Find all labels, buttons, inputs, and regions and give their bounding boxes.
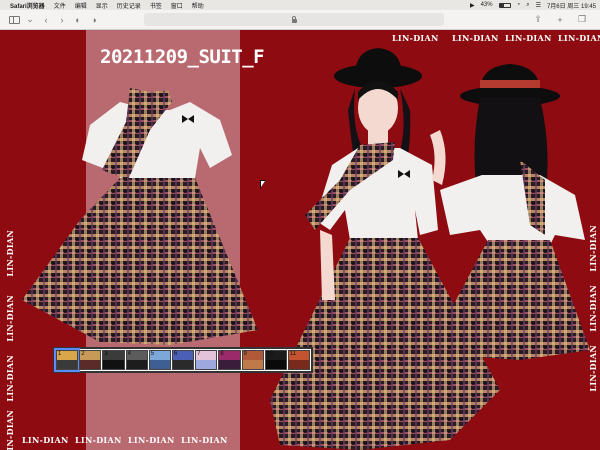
- watermark-text: LIN-DIAN: [588, 285, 598, 332]
- menu-bookmarks[interactable]: 书签: [150, 1, 162, 10]
- swatch-bottom-color: [172, 360, 194, 369]
- playback-icon[interactable]: ▶: [470, 2, 475, 9]
- watermark-text: LIN-DIAN: [588, 225, 598, 272]
- watermark-text: LIN-DIAN: [558, 33, 600, 43]
- front-figure: [270, 48, 500, 450]
- color-swatch[interactable]: 4: [125, 350, 148, 370]
- search-icon[interactable]: ⌕: [526, 2, 529, 9]
- shield-icon[interactable]: ◐: [72, 14, 84, 26]
- watermark-text: LIN-DIAN: [128, 435, 175, 445]
- color-swatch[interactable]: 9: [241, 350, 264, 370]
- swatch-number: 9: [243, 351, 247, 357]
- swatch-number: 5: [150, 351, 155, 357]
- swatch-number: 2: [81, 351, 85, 357]
- watermark-text: LIN-DIAN: [392, 33, 439, 43]
- privacy-icon[interactable]: ◑: [88, 14, 100, 26]
- watermark-text: LIN-DIAN: [588, 345, 598, 392]
- swatch-number: 6: [173, 351, 178, 357]
- menu-safari[interactable]: Safari浏览器: [10, 1, 45, 10]
- swatch-bottom-color: [288, 360, 310, 369]
- tab-overview-icon[interactable]: ❐: [576, 14, 588, 26]
- wifi-icon[interactable]: ◔: [517, 2, 521, 8]
- swatch-bottom-color: [265, 360, 286, 369]
- watermark-text: LIN-DIAN: [5, 355, 15, 402]
- content-image: 20211209_SUIT_F LIN-DIAN LIN-DIAN LIN-DI…: [0, 30, 600, 450]
- outfit-illustration: [22, 48, 590, 450]
- color-swatch[interactable]: 10: [264, 350, 287, 370]
- address-bar[interactable]: [144, 13, 444, 26]
- swatch-bottom-color: [80, 360, 101, 369]
- color-swatch-palette: 1 2 3 4 5 6 7 8 9 10 11: [53, 347, 313, 373]
- menu-view[interactable]: 显示: [96, 1, 108, 10]
- watermark-text: LIN-DIAN: [75, 435, 122, 445]
- watermark-text: LIN-DIAN: [5, 230, 15, 277]
- sidebar-toggle-icon[interactable]: [8, 14, 20, 26]
- mouse-cursor-icon: [260, 180, 266, 189]
- menu-edit[interactable]: 编辑: [75, 1, 87, 10]
- menu-file[interactable]: 文件: [54, 1, 66, 10]
- swatch-number: 1: [58, 351, 62, 357]
- battery-percent: 43%: [480, 2, 493, 8]
- watermark-text: LIN-DIAN: [181, 435, 228, 445]
- watermark-text: LIN-DIAN: [505, 33, 552, 43]
- swatch-bottom-color: [242, 360, 263, 369]
- swatch-number: 11: [289, 351, 297, 357]
- swatch-number: 7: [197, 351, 201, 357]
- control-center-icon[interactable]: ☰: [536, 2, 541, 9]
- swatch-number: 3: [104, 351, 108, 357]
- swatch-bottom-color: [219, 360, 240, 369]
- chevron-down-icon[interactable]: ⌄: [24, 14, 36, 26]
- menu-help[interactable]: 帮助: [192, 1, 204, 10]
- menu-window[interactable]: 窗口: [171, 1, 183, 10]
- watermark-text: LIN-DIAN: [5, 410, 15, 450]
- swatch-bottom-color: [103, 360, 124, 369]
- clock[interactable]: 7月6日 周三 19:45: [547, 1, 596, 10]
- swatch-bottom-color: [57, 360, 78, 369]
- color-swatch[interactable]: 2: [79, 350, 102, 370]
- color-swatch[interactable]: 6: [171, 350, 195, 370]
- lock-icon: [291, 15, 297, 23]
- color-swatch[interactable]: 5: [148, 350, 171, 370]
- swatch-number: 8: [220, 351, 224, 357]
- watermark-text: LIN-DIAN: [452, 33, 499, 43]
- swatch-bottom-color: [149, 360, 170, 369]
- color-swatch[interactable]: 7: [195, 350, 218, 370]
- outfit-title: 20211209_SUIT_F: [100, 46, 265, 68]
- color-swatch[interactable]: 11: [287, 350, 311, 370]
- share-icon[interactable]: ⇪: [532, 14, 544, 26]
- swatch-number: 10: [266, 351, 274, 357]
- swatch-number: 4: [127, 351, 131, 357]
- browser-toolbar: ⌄ ‹ › ◐ ◑ ⇪ + ❐: [0, 10, 600, 30]
- status-area: ▶ 43% ◔ ⌕ ☰ 7月6日 周三 19:45: [470, 1, 596, 10]
- new-tab-icon[interactable]: +: [554, 14, 566, 26]
- menu-history[interactable]: 历史记录: [117, 1, 141, 10]
- color-swatch[interactable]: 3: [102, 350, 125, 370]
- back-icon[interactable]: ‹: [40, 14, 52, 26]
- mac-menubar: Safari浏览器 文件 编辑 显示 历史记录 书签 窗口 帮助 ▶ 43% ◔…: [0, 0, 600, 10]
- swatch-bottom-color: [126, 360, 147, 369]
- battery-icon[interactable]: [498, 2, 511, 8]
- swatch-bottom-color: [196, 360, 217, 369]
- watermark-text: LIN-DIAN: [5, 295, 15, 342]
- color-swatch[interactable]: 8: [218, 350, 241, 370]
- color-swatch[interactable]: 1: [53, 348, 81, 372]
- flat-outfit: [22, 88, 258, 345]
- back-figure: [440, 64, 590, 360]
- forward-icon[interactable]: ›: [56, 14, 68, 26]
- watermark-text: LIN-DIAN: [22, 435, 69, 445]
